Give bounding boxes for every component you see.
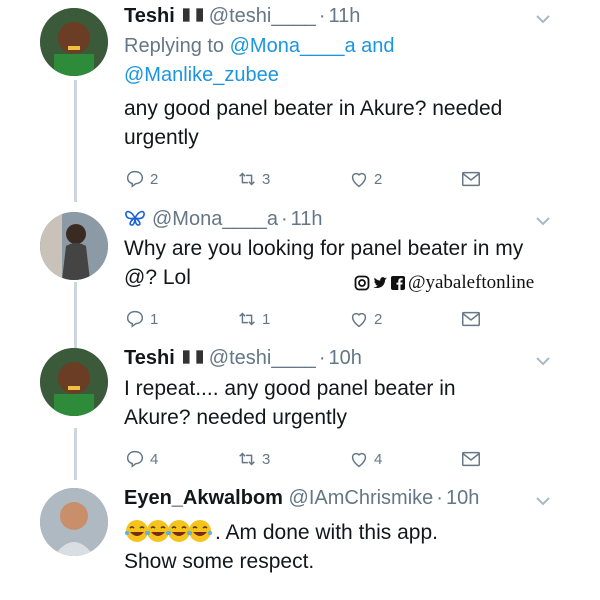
like-button[interactable]: 2 bbox=[348, 306, 382, 332]
chevron-down-icon[interactable] bbox=[532, 210, 554, 232]
user-handle[interactable]: @IAmChrismike bbox=[289, 487, 434, 509]
reply-button[interactable]: 2 bbox=[124, 166, 158, 192]
like-icon bbox=[351, 452, 367, 468]
retweet-button[interactable]: 1 bbox=[236, 306, 270, 332]
retweet-count: 1 bbox=[262, 310, 271, 328]
nigeria-flag-icon bbox=[182, 8, 203, 22]
twitter-icon bbox=[373, 277, 387, 289]
timestamp[interactable]: 10h bbox=[446, 487, 479, 509]
tweet-text: I repeat.... any good panel beater in Ak… bbox=[124, 377, 456, 429]
avatar[interactable] bbox=[40, 488, 108, 556]
tweet[interactable]: Teshi @teshi____ · 10h I repeat.... any goo… bbox=[0, 340, 600, 480]
reply-count: 4 bbox=[150, 450, 159, 468]
replying-to: Replying to @Mona____a and @Manlike_zube… bbox=[124, 32, 395, 90]
avatar[interactable] bbox=[40, 212, 108, 280]
chevron-down-icon[interactable] bbox=[532, 350, 554, 372]
tweet-header: Teshi @teshi____ · 10h bbox=[124, 346, 362, 370]
display-name[interactable]: Teshi bbox=[124, 347, 175, 369]
user-handle[interactable]: @Mona____a bbox=[152, 208, 278, 230]
tweet-actions: 4 3 4 bbox=[124, 446, 494, 472]
dm-icon bbox=[462, 311, 480, 327]
tweet[interactable]: Eyen_Akwalbom @IAmChrismike · 10h . Am don… bbox=[0, 480, 600, 600]
watermark-text: @yabaleftonline bbox=[408, 272, 535, 293]
chevron-down-icon[interactable] bbox=[532, 8, 554, 30]
retweet-count: 3 bbox=[262, 170, 271, 188]
timestamp[interactable]: 10h bbox=[328, 347, 361, 369]
separator-dot: · bbox=[280, 208, 288, 230]
retweet-button[interactable]: 3 bbox=[236, 446, 270, 472]
retweet-icon bbox=[239, 312, 255, 326]
tweet-header: @Mona____a · 11h bbox=[124, 207, 323, 231]
facebook-icon bbox=[391, 276, 405, 290]
like-count: 2 bbox=[374, 170, 383, 188]
like-button[interactable]: 2 bbox=[348, 166, 382, 192]
timestamp[interactable]: 11h bbox=[291, 208, 323, 230]
reply-icon bbox=[126, 310, 144, 328]
like-count: 2 bbox=[374, 310, 383, 328]
dm-button[interactable] bbox=[460, 166, 482, 192]
separator-dot: · bbox=[318, 5, 326, 27]
retweet-icon bbox=[239, 452, 255, 466]
tweet-header: Teshi @teshi____ · 11h bbox=[124, 4, 360, 28]
mention-link[interactable]: @Manlike_zubee bbox=[124, 64, 279, 86]
tweet-header: Eyen_Akwalbom @IAmChrismike · 10h bbox=[124, 486, 479, 510]
display-name[interactable]: Teshi bbox=[124, 5, 175, 27]
replying-to-label: Replying to bbox=[124, 35, 225, 57]
display-name[interactable]: Eyen_Akwalbom bbox=[124, 487, 283, 509]
laughing-emoji-icon bbox=[188, 520, 212, 542]
like-count: 4 bbox=[374, 450, 383, 468]
like-icon bbox=[351, 312, 367, 328]
separator-dot: · bbox=[436, 487, 443, 509]
tweet-text: . Am done with this app. bbox=[215, 521, 438, 544]
reply-button[interactable]: 1 bbox=[124, 306, 158, 332]
instagram-icon bbox=[354, 275, 370, 291]
retweet-count: 3 bbox=[262, 450, 271, 468]
mention-link[interactable]: @Mona____a bbox=[230, 35, 356, 57]
dm-button[interactable] bbox=[460, 306, 482, 332]
tweet-text: any good panel beater in Akure? needed u… bbox=[124, 97, 503, 149]
reply-count: 1 bbox=[150, 310, 159, 328]
user-handle[interactable]: @teshi____ bbox=[209, 347, 316, 369]
tweet[interactable]: @Mona____a · 11h Why are you looking for p… bbox=[0, 200, 600, 340]
tweet-actions: 2 3 2 bbox=[124, 166, 494, 192]
tweet-actions: 1 1 2 bbox=[124, 306, 494, 332]
tweet-text-line2: Show some respect. bbox=[124, 550, 315, 573]
reply-icon bbox=[126, 450, 144, 468]
nigeria-flag-icon bbox=[182, 350, 203, 364]
reply-icon bbox=[126, 170, 144, 188]
retweet-icon bbox=[239, 172, 255, 186]
retweet-button[interactable]: 3 bbox=[236, 166, 270, 192]
dm-icon bbox=[462, 171, 480, 187]
reply-button[interactable]: 4 bbox=[124, 446, 158, 472]
like-button[interactable]: 4 bbox=[348, 446, 382, 472]
avatar[interactable] bbox=[40, 8, 108, 76]
dm-icon bbox=[462, 451, 480, 467]
tweet[interactable]: Teshi @teshi____ · 11h Replying to @Mona___… bbox=[0, 0, 600, 200]
like-icon bbox=[351, 172, 367, 188]
reply-count: 2 bbox=[150, 170, 159, 188]
avatar[interactable] bbox=[40, 348, 108, 416]
replying-and: and bbox=[361, 35, 395, 57]
butterfly-icon bbox=[125, 210, 145, 226]
chevron-down-icon[interactable] bbox=[532, 490, 554, 512]
timestamp[interactable]: 11h bbox=[328, 5, 360, 27]
dm-button[interactable] bbox=[460, 446, 482, 472]
watermark: @yabaleftonline bbox=[354, 272, 534, 294]
tweet-text-block: . Am done with this app. Show some respe… bbox=[124, 518, 564, 576]
separator-dot: · bbox=[318, 347, 326, 369]
user-handle[interactable]: @teshi____ bbox=[209, 5, 316, 27]
